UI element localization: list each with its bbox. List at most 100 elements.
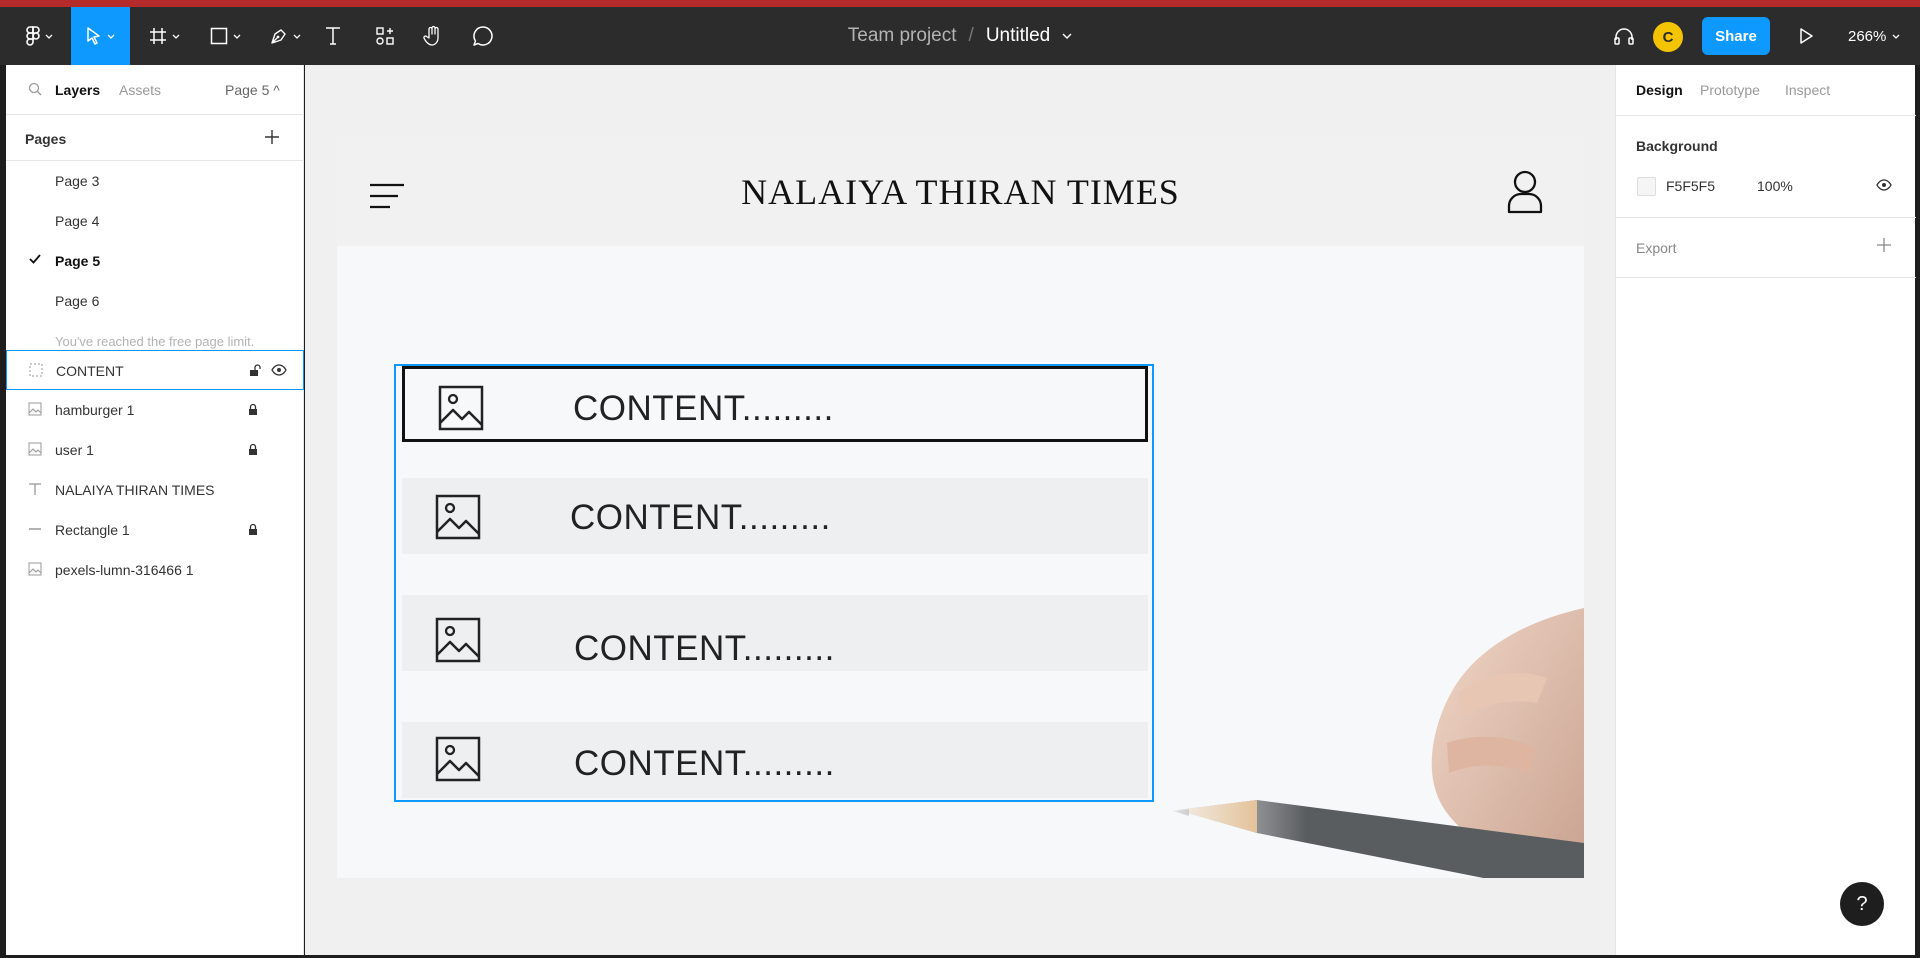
zoom-level: 266% [1848, 27, 1887, 45]
frame-header-bar[interactable]: NALAIYA THIRAN TIMES [337, 143, 1584, 246]
lock-icon[interactable] [248, 403, 258, 416]
image-icon [28, 442, 42, 456]
comment-bubble-icon [473, 26, 493, 46]
shape-tool-button[interactable] [204, 7, 246, 65]
cursor-arrow-icon [87, 27, 100, 45]
layer-row-selected[interactable]: CONTENT [6, 350, 304, 390]
pages-title: Pages [25, 131, 67, 147]
chevron-down-icon [1892, 34, 1900, 39]
page-item[interactable]: Page 4 [6, 201, 304, 241]
play-icon [1800, 28, 1813, 44]
comment-tool-button[interactable] [470, 7, 496, 65]
background-section: Background [1616, 116, 1916, 218]
layer-row[interactable]: user 1 [6, 430, 304, 470]
tab-design[interactable]: Design [1636, 82, 1683, 98]
rectangle-icon [210, 27, 227, 45]
brand-title[interactable]: NALAIYA THIRAN TIMES [337, 171, 1584, 213]
image-icon [28, 562, 42, 576]
page-selector[interactable]: Page 5 ^ [225, 82, 280, 98]
text-t-icon [326, 27, 340, 45]
components-icon [376, 27, 394, 45]
tab-layers[interactable]: Layers [55, 82, 100, 98]
content-card[interactable]: CONTENT......... [402, 595, 1148, 671]
left-panel-tabs: Layers Assets Page 5 ^ [6, 65, 304, 115]
layer-row[interactable]: Rectangle 1 [6, 510, 304, 550]
present-button[interactable] [1794, 7, 1818, 65]
content-text: CONTENT......... [574, 744, 835, 783]
content-text: CONTENT......... [573, 389, 834, 428]
content-group-selection[interactable]: CONTENT......... CONTENT......... CONTEN… [394, 364, 1154, 802]
breadcrumb-separator: / [968, 25, 974, 46]
window-top-strip [0, 0, 1920, 7]
pages-header: Pages [6, 115, 304, 161]
hand-pencil-photo[interactable] [1157, 443, 1584, 878]
chevron-down-icon [45, 34, 52, 39]
top-toolbar: Team project / Untitled C Share 266% [0, 7, 1920, 65]
resources-tool-button[interactable] [372, 7, 398, 65]
chevron-down-icon[interactable] [1062, 33, 1072, 39]
lock-icon[interactable] [248, 443, 258, 456]
zoom-menu[interactable]: 266% [1848, 7, 1900, 65]
content-card[interactable]: CONTENT......... [402, 722, 1148, 798]
layer-label: NALAIYA THIRAN TIMES [55, 482, 215, 498]
layers-panel: Layers Assets Page 5 ^ Pages Page 3 Page… [6, 65, 304, 955]
tab-inspect[interactable]: Inspect [1785, 82, 1830, 98]
user-profile-icon[interactable] [1506, 170, 1544, 214]
file-name[interactable]: Untitled [986, 25, 1050, 47]
add-export-plus-icon[interactable] [1876, 237, 1892, 253]
headphones-icon [1614, 28, 1634, 45]
content-card[interactable]: CONTENT......... [402, 366, 1148, 442]
export-title: Export [1636, 240, 1677, 256]
checkmark-icon [29, 254, 41, 264]
avatar[interactable]: C [1653, 22, 1683, 52]
layer-label: pexels-lumn-316466 1 [55, 562, 194, 578]
page-item-selected[interactable]: Page 5 [6, 241, 304, 281]
figma-logo-icon [25, 26, 40, 46]
eye-icon[interactable] [271, 364, 287, 376]
chevron-down-icon [293, 34, 300, 39]
design-frame[interactable]: NALAIYA THIRAN TIMES CONTENT......... CO… [337, 143, 1584, 878]
frame-tool-button[interactable] [143, 7, 185, 65]
tab-assets[interactable]: Assets [119, 82, 161, 98]
frame-hash-icon [149, 28, 166, 44]
design-panel: Design Prototype Inspect Background F5F5… [1615, 65, 1916, 955]
eye-icon[interactable] [1876, 179, 1892, 191]
share-button[interactable]: Share [1702, 17, 1770, 55]
text-tool-button[interactable] [320, 7, 346, 65]
layer-label: user 1 [55, 442, 94, 458]
hand-tool-button[interactable] [420, 7, 446, 65]
layer-label: hamburger 1 [55, 402, 135, 418]
image-placeholder-icon [435, 494, 481, 540]
image-placeholder-icon [435, 736, 481, 782]
frame-icon [29, 363, 43, 377]
help-button[interactable]: ? [1840, 882, 1884, 926]
page-item[interactable]: Page 3 [6, 161, 304, 201]
image-icon [28, 402, 42, 416]
layer-row[interactable]: NALAIYA THIRAN TIMES [6, 470, 304, 510]
layer-row[interactable]: hamburger 1 [6, 390, 304, 430]
pen-tool-button[interactable] [264, 7, 306, 65]
layer-label: Rectangle 1 [55, 522, 130, 538]
unlock-icon[interactable] [249, 364, 261, 377]
pen-nib-icon [270, 29, 286, 44]
page-item[interactable]: Page 6 [6, 281, 304, 321]
add-page-plus-icon[interactable] [264, 129, 280, 145]
page-item-label: Page 5 [55, 253, 101, 269]
move-tool-button[interactable] [71, 7, 130, 65]
team-project-link[interactable]: Team project [848, 25, 957, 47]
chevron-down-icon [172, 34, 179, 39]
background-color-swatch[interactable] [1637, 177, 1656, 196]
background-hex-value[interactable]: F5F5F5 [1666, 178, 1715, 194]
main-menu-button[interactable] [18, 7, 60, 65]
search-icon[interactable] [28, 82, 42, 96]
background-opacity-value[interactable]: 100% [1757, 178, 1793, 194]
page-item-label: Page 3 [55, 173, 100, 189]
layer-row[interactable]: pexels-lumn-316466 1 [6, 550, 304, 590]
tab-prototype[interactable]: Prototype [1700, 82, 1760, 98]
audio-button[interactable] [1610, 7, 1638, 65]
layer-label: CONTENT [56, 363, 124, 379]
page-limit-note: You've reached the free page limit. [55, 334, 255, 349]
page-item-label: Page 4 [55, 213, 100, 229]
content-card[interactable]: CONTENT......... [402, 478, 1148, 554]
lock-icon[interactable] [248, 523, 258, 536]
